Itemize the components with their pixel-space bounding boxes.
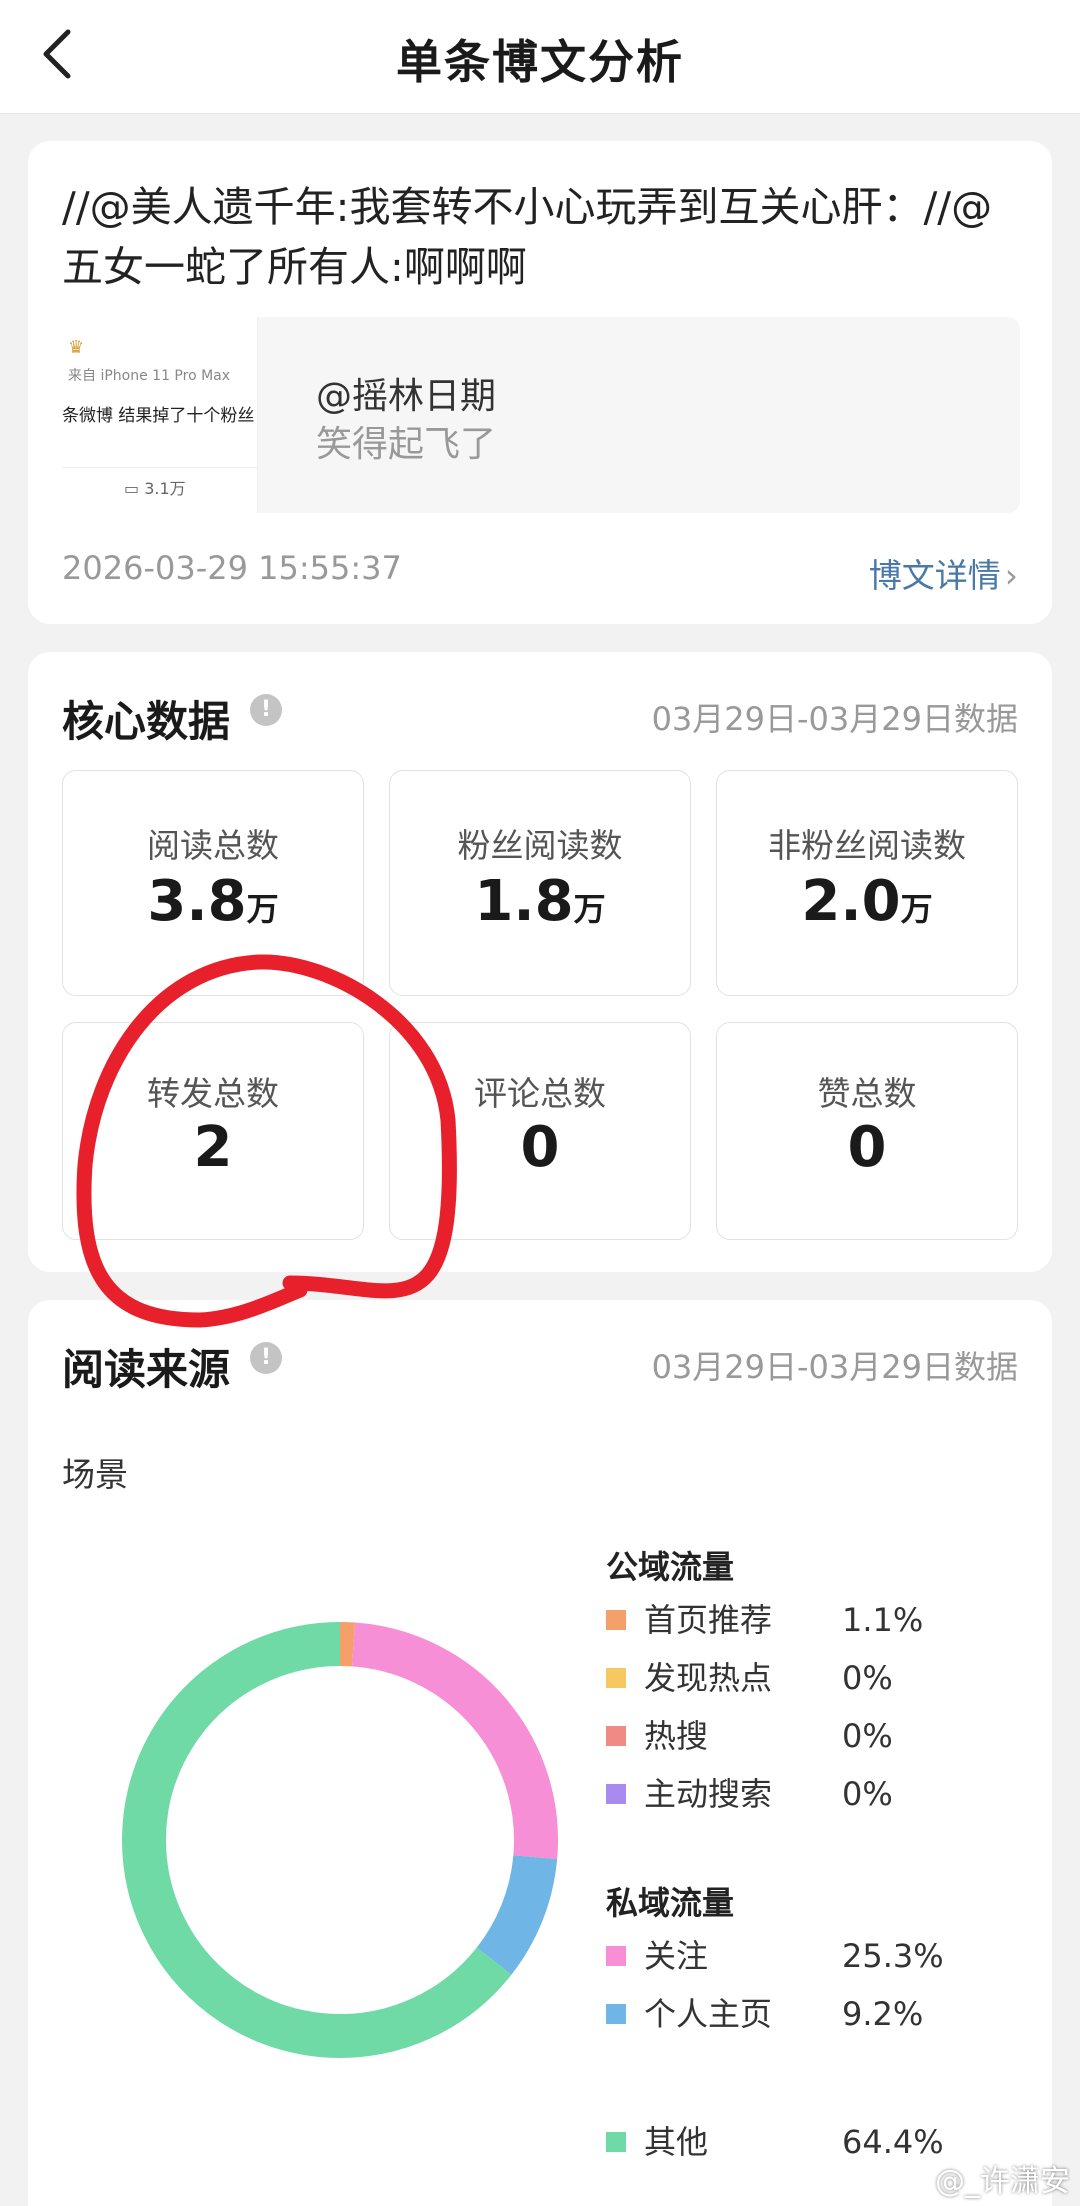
legend-percentage: 1.1%	[842, 1601, 924, 1639]
legend-name: 主动搜索	[644, 1775, 773, 1813]
metric-label: 粉丝阅读数	[457, 826, 623, 865]
core-data-title: 核心数据	[62, 697, 231, 746]
source-date-range: 03月29日-03月29日数据	[651, 1348, 1018, 1386]
legend-name: 发现热点	[644, 1659, 773, 1697]
public-traffic-title: 公域流量	[606, 1548, 735, 1586]
read-source-card: 阅读来源 ! 03月29日-03月29日数据 场景 公域流量 首页推荐 1.1%…	[28, 1300, 1052, 2206]
legend-name: 热搜	[644, 1717, 709, 1755]
comment-icon: ▭	[124, 479, 140, 498]
metric-nonfan-reads: 非粉丝阅读数 2.0万	[716, 770, 1018, 996]
metric-value: 2.0万	[801, 869, 933, 934]
metric-value: 2	[193, 1115, 233, 1180]
metric-label: 非粉丝阅读数	[768, 826, 966, 865]
metric-value: 0	[520, 1115, 560, 1180]
metric-value: 3.8万	[147, 869, 279, 934]
legend-percentage: 9.2%	[842, 1995, 924, 2033]
legend-swatch	[606, 1726, 626, 1746]
thumbnail-count-value: 3.1万	[144, 479, 186, 498]
info-icon[interactable]: !	[250, 694, 282, 726]
post-detail-link[interactable]: 博文详情 ›	[869, 549, 1018, 597]
thumbnail-comment-count: ▭ 3.1万	[124, 475, 186, 499]
legend-swatch	[606, 1784, 626, 1804]
metric-fan-reads: 粉丝阅读数 1.8万	[389, 770, 691, 996]
watermark: @_许潇安	[935, 2164, 1070, 2199]
metric-label: 赞总数	[817, 1074, 917, 1113]
info-icon[interactable]: !	[250, 1342, 282, 1374]
legend-percentage: 0%	[842, 1717, 893, 1755]
legend-item: 首页推荐 1.1%	[606, 1598, 986, 1642]
donut-slice-关注	[351, 1622, 558, 1860]
legend-item: 主动搜索 0%	[606, 1772, 986, 1816]
legend-swatch	[606, 1946, 626, 1966]
donut-slice-其他	[122, 1622, 512, 2058]
metric-comments: 评论总数 0	[389, 1022, 691, 1240]
metric-label: 阅读总数	[147, 826, 279, 865]
legend-swatch	[606, 1668, 626, 1688]
metric-likes: 赞总数 0	[716, 1022, 1018, 1240]
thumbnail-divider	[62, 467, 257, 468]
metric-label: 评论总数	[474, 1074, 606, 1113]
scene-label: 场景	[62, 1455, 128, 1494]
legend-swatch	[606, 2004, 626, 2024]
core-date-range: 03月29日-03月29日数据	[651, 700, 1018, 738]
legend-item: 发现热点 0%	[606, 1656, 986, 1700]
legend-swatch	[606, 1610, 626, 1630]
legend-percentage: 0%	[842, 1659, 893, 1697]
page-title: 单条博文分析	[396, 35, 684, 89]
post-card: //@美人遗千年:我套转不小心玩弄到互关心肝：//@五女一蛇了所有人:啊啊啊 ♛…	[28, 141, 1052, 624]
quoted-content: 笑得起飞了	[316, 424, 497, 465]
post-detail-label: 博文详情	[868, 556, 1001, 595]
legend-name: 首页推荐	[644, 1601, 773, 1639]
read-source-donut-chart	[122, 1622, 558, 2058]
legend-item: 个人主页 9.2%	[606, 1992, 986, 2036]
legend-percentage: 25.3%	[842, 1937, 944, 1975]
legend-percentage: 0%	[842, 1775, 893, 1813]
post-text: //@美人遗千年:我套转不小心玩弄到互关心肝：//@五女一蛇了所有人:啊啊啊	[62, 183, 993, 291]
legend-name: 关注	[644, 1937, 709, 1975]
legend-swatch	[606, 2132, 626, 2152]
legend-percentage: 64.4%	[842, 2123, 944, 2161]
legend-name: 个人主页	[644, 1995, 773, 2033]
legend-name: 其他	[644, 2123, 709, 2161]
legend-item: 其他 64.4%	[606, 2120, 986, 2164]
metric-label: 转发总数	[147, 1074, 279, 1113]
top-bar: 单条博文分析	[0, 0, 1080, 114]
quoted-post[interactable]: ♛ 来自 iPhone 11 Pro Max 条微博 结果掉了十个粉丝 ▭ 3.…	[62, 317, 1020, 513]
donut-slice-个人主页	[476, 1854, 558, 1975]
private-traffic-title: 私域流量	[606, 1884, 735, 1922]
post-timestamp: 2026-03-29 15:55:37	[62, 549, 402, 587]
legend-item: 热搜 0%	[606, 1714, 986, 1758]
core-data-card: 核心数据 ! 03月29日-03月29日数据 阅读总数 3.8万 粉丝阅读数 1…	[28, 652, 1052, 1272]
read-source-title: 阅读来源	[62, 1345, 231, 1394]
thumbnail-source: 来自 iPhone 11 Pro Max	[68, 368, 231, 384]
metric-total-reads: 阅读总数 3.8万	[62, 770, 364, 996]
metric-value: 1.8万	[474, 869, 606, 934]
quoted-author: @摇林日期	[316, 376, 497, 417]
crown-icon: ♛	[68, 337, 85, 358]
metric-reposts: 转发总数 2	[62, 1022, 364, 1240]
metric-value: 0	[847, 1115, 887, 1180]
chevron-right-icon: ›	[1004, 556, 1018, 595]
quoted-post-thumbnail: ♛ 来自 iPhone 11 Pro Max 条微博 结果掉了十个粉丝 ▭ 3.…	[62, 317, 258, 513]
legend-item: 关注 25.3%	[606, 1934, 986, 1978]
thumbnail-text: 条微博 结果掉了十个粉丝	[62, 406, 255, 426]
